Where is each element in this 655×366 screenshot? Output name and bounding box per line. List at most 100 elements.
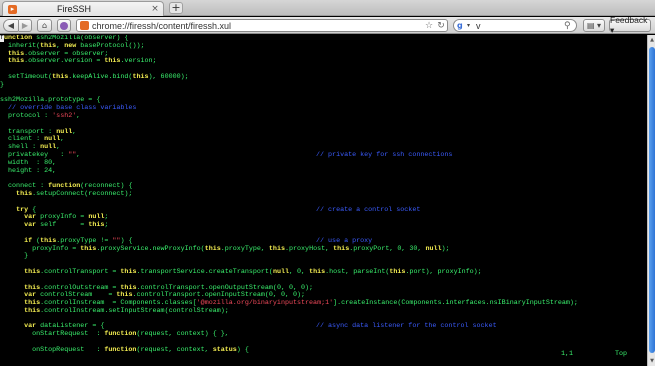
- code-token: this: [132, 72, 149, 81]
- code-line: client : null,: [0, 135, 647, 144]
- menu-icon: ▤ ▾: [586, 21, 602, 30]
- code-editor[interactable]: function ssh2Mozilla(observer) { inherit…: [0, 35, 647, 355]
- code-token: this: [40, 236, 57, 245]
- code-token: ;: [104, 221, 109, 230]
- tab-bar: ▸ FireSSH × +: [0, 0, 655, 16]
- code-line: width : 80,: [0, 158, 647, 168]
- code-token: null: [425, 244, 442, 253]
- code-token: null: [44, 135, 61, 144]
- scroll-position: Top: [615, 350, 628, 358]
- code-token: ,: [76, 111, 81, 120]
- reload-icon[interactable]: ↻: [435, 21, 447, 31]
- code-token: .controlInstream = Components.classes[: [40, 299, 197, 308]
- code-token: shell :: [0, 143, 41, 152]
- code-comment: // create a control socket: [316, 205, 421, 214]
- code-token: dataListener = {: [36, 322, 105, 331]
- code-token: if: [24, 236, 33, 245]
- code-token: baseProtocol());: [76, 41, 145, 50]
- chevron-down-icon[interactable]: ▾: [467, 22, 473, 29]
- code-token: this: [24, 306, 41, 315]
- code-token: function: [104, 330, 137, 339]
- code-token: ,: [56, 143, 61, 152]
- code-token: .proxyService.newProxyInfo(: [96, 244, 205, 253]
- bookmark-star-icon[interactable]: ☆: [423, 21, 435, 31]
- code-comment: // private key for ssh connections: [316, 150, 453, 159]
- code-token: this: [333, 244, 350, 253]
- tab-title: FireSSH: [57, 4, 92, 14]
- code-token: self =: [36, 221, 89, 230]
- code-comment: // async data listener for the control s…: [316, 322, 497, 331]
- code-token: var: [24, 322, 37, 331]
- code-line: this.controlInstream.setInputStream(cont…: [0, 306, 647, 316]
- back-button[interactable]: ◀: [3, 19, 19, 32]
- scroll-thumb[interactable]: [649, 47, 655, 353]
- code-token: this: [0, 189, 33, 198]
- google-icon[interactable]: g: [457, 21, 467, 30]
- code-token: this: [40, 41, 57, 50]
- navigation-toolbar: ◀ ▶ ⌂ chrome://firessh/content/firessh.x…: [0, 15, 655, 35]
- site-identity-icon[interactable]: [80, 21, 89, 30]
- url-bar[interactable]: chrome://firessh/content/firessh.xul ☆ ↻: [76, 19, 448, 32]
- home-button[interactable]: ⌂: [37, 19, 52, 32]
- code-token: .controlInstream.setInputStream(controlS…: [40, 306, 229, 315]
- code-token: }: [0, 252, 29, 261]
- back-arrow-icon: ◀: [7, 21, 15, 30]
- code-token: proxyInfo =: [36, 213, 89, 222]
- terminal-view[interactable]: function ssh2Mozilla(observer) { inherit…: [0, 35, 647, 366]
- code-token: .host, parseInt(: [325, 267, 390, 276]
- code-token: inherit(: [0, 41, 41, 50]
- search-icon[interactable]: ⚲: [564, 21, 576, 31]
- vertical-scrollbar[interactable]: ▲ ▼: [647, 35, 655, 366]
- code-token: );: [441, 244, 450, 253]
- code-token: ,: [60, 135, 65, 144]
- search-input[interactable]: v: [476, 21, 564, 31]
- scroll-down-icon[interactable]: ▼: [648, 356, 655, 366]
- new-tab-button[interactable]: +: [169, 2, 183, 14]
- close-icon[interactable]: ×: [149, 4, 161, 14]
- code-line: transport : null,: [0, 127, 647, 137]
- extension-icon: [60, 21, 68, 30]
- code-token: .port), proxyInfo);: [405, 267, 482, 276]
- code-token: proxyInfo =: [0, 244, 81, 253]
- extension-button[interactable]: [57, 19, 71, 32]
- feedback-button[interactable]: Feedback ▾: [609, 15, 651, 35]
- code-token: .keepAlive.bind(: [68, 72, 133, 81]
- code-token: this: [52, 72, 69, 81]
- code-line: setTimeout(this.keepAlive.bind(this), 60…: [0, 72, 647, 82]
- forward-button[interactable]: ▶: [19, 19, 32, 32]
- scroll-up-icon[interactable]: ▲: [648, 35, 655, 45]
- code-token: .transportService.createTransport(: [136, 267, 273, 276]
- code-token: .proxyPort, 0, 30,: [349, 244, 426, 253]
- code-token: '@mozilla.org/binaryinputstream;1': [196, 299, 334, 308]
- code-token: height : 24,: [0, 166, 57, 175]
- tab-firessh[interactable]: ▸ FireSSH ×: [2, 1, 164, 16]
- code-token: transport :: [0, 127, 57, 136]
- code-token: ].createInstance(Components.interfaces.n…: [333, 299, 578, 308]
- code-token: .version;: [120, 57, 157, 66]
- code-token: width : 80,: [0, 158, 57, 167]
- code-token: .proxyHost,: [284, 244, 334, 253]
- code-token: }: [0, 80, 5, 89]
- code-token: null: [40, 143, 57, 152]
- url-text[interactable]: chrome://firessh/content/firessh.xul: [92, 21, 423, 31]
- code-token: this: [120, 283, 137, 292]
- page-menu-button[interactable]: ▤ ▾: [583, 19, 605, 32]
- code-token: this: [204, 244, 221, 253]
- code-line: proxyInfo = this.proxyService.newProxyIn…: [0, 244, 647, 254]
- code-token: connect :: [0, 182, 49, 191]
- code-line: onStartRequest : function(request, conte…: [0, 330, 647, 339]
- code-line: protocol : 'ssh2',: [0, 111, 647, 121]
- code-token: ), 60000);: [148, 72, 189, 81]
- search-bar[interactable]: g ▾ v ⚲: [453, 19, 577, 32]
- code-line: this.observer.version = this.version;: [0, 57, 647, 66]
- code-token: ,: [72, 127, 77, 136]
- code-token: (request, context) { },: [136, 330, 229, 339]
- feedback-label: Feedback ▾: [610, 15, 648, 35]
